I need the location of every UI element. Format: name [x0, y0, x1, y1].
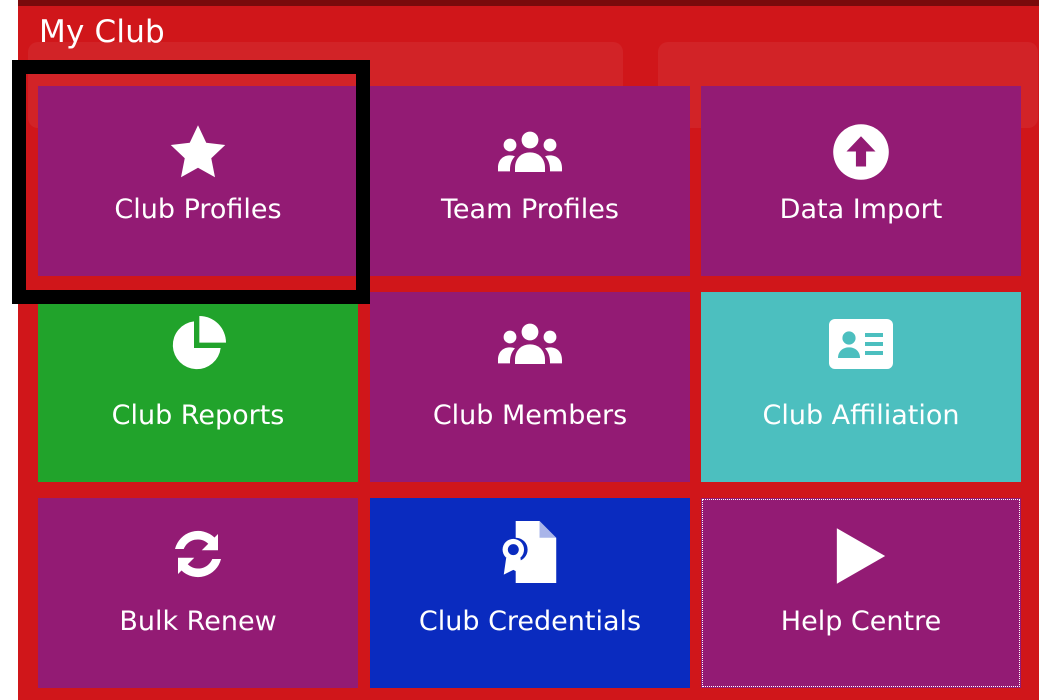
tile-label: Club Credentials [418, 606, 642, 637]
users-icon [495, 122, 565, 182]
play-icon [826, 526, 896, 586]
tile-label: Data Import [779, 194, 943, 225]
tile-label: Team Profiles [441, 194, 619, 225]
tile-club-credentials[interactable]: Club Credentials [370, 498, 690, 688]
my-club-panel: My Club Club Profiles Team Profiles Data… [18, 0, 1039, 700]
tile-team-profiles[interactable]: Team Profiles [370, 86, 690, 276]
panel-title: My Club [39, 14, 165, 50]
sync-icon [163, 524, 233, 584]
users-icon [495, 314, 565, 374]
star-icon [163, 122, 233, 182]
upload-circle-icon [826, 122, 896, 182]
pie-chart-icon [163, 314, 233, 374]
tile-label: Club Profiles [114, 194, 282, 225]
tile-club-members[interactable]: Club Members [370, 292, 690, 482]
certificate-file-icon [495, 521, 565, 583]
tile-label: Club Members [432, 400, 628, 431]
tile-club-affiliation[interactable]: Club Affiliation [701, 292, 1021, 482]
id-card-icon [826, 314, 896, 374]
tile-data-import[interactable]: Data Import [701, 86, 1021, 276]
tile-club-profiles[interactable]: Club Profiles [38, 86, 358, 276]
tile-label: Bulk Renew [119, 606, 277, 637]
tile-club-reports[interactable]: Club Reports [38, 292, 358, 482]
tile-label: Club Affiliation [762, 400, 960, 431]
tile-label: Club Reports [111, 400, 285, 431]
tile-bulk-renew[interactable]: Bulk Renew [38, 498, 358, 688]
tile-label: Help Centre [780, 606, 942, 637]
tile-help-centre[interactable]: Help Centre [701, 498, 1021, 688]
